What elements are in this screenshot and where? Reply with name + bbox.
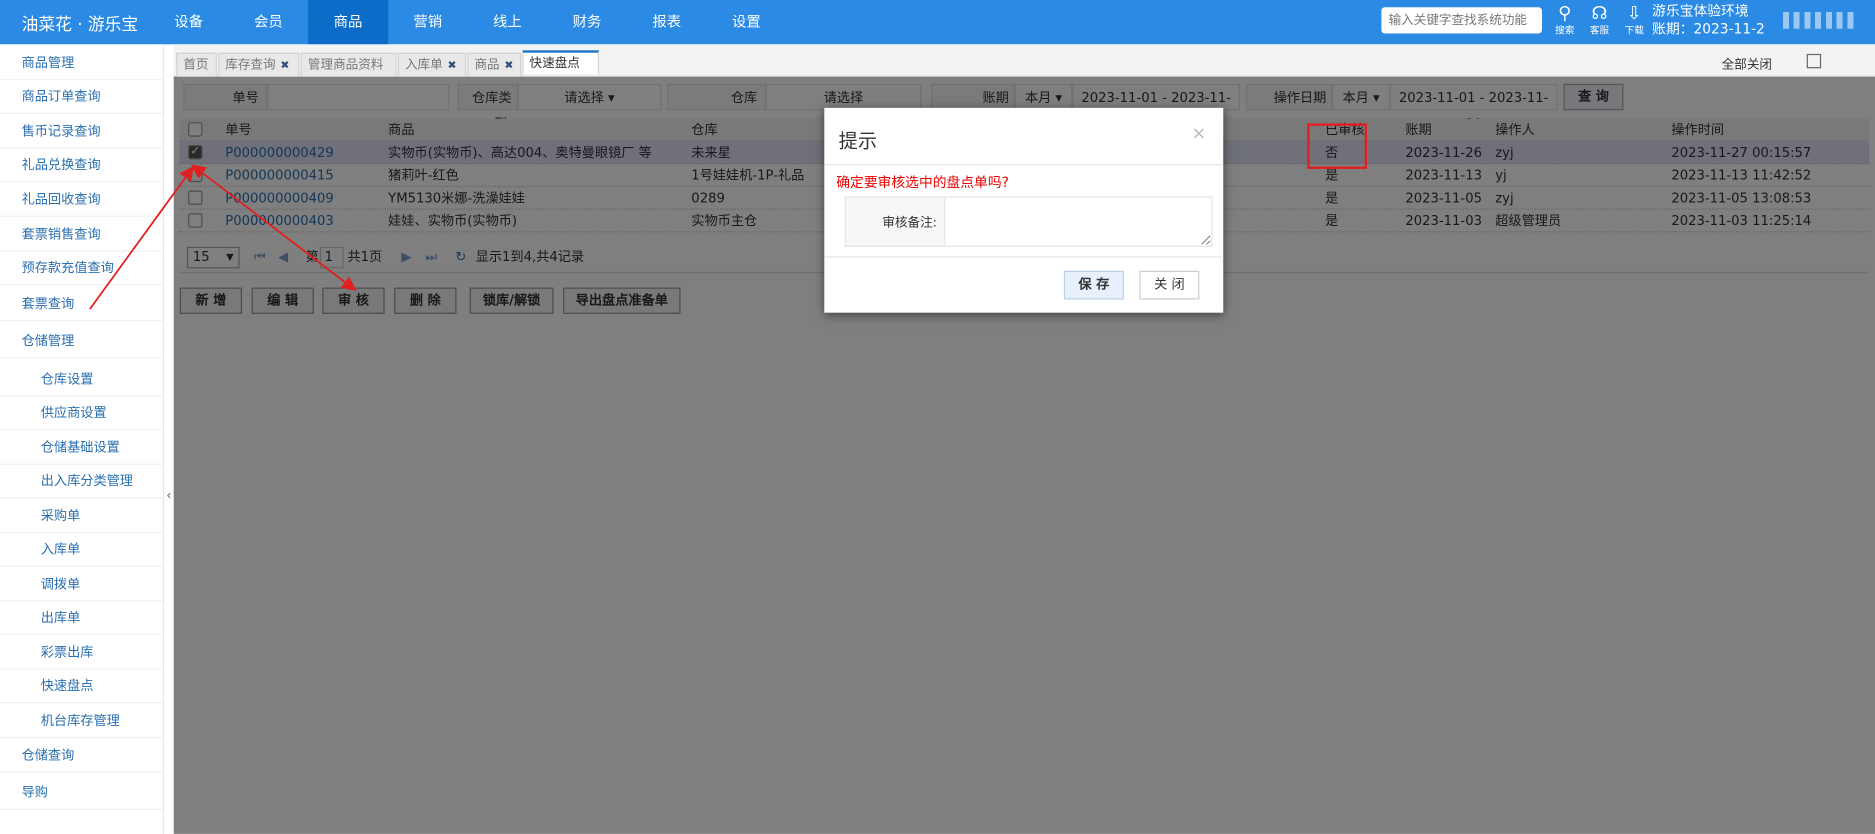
sidebar-item[interactable]: 商品订单查询: [0, 80, 165, 114]
nav-7[interactable]: 设置: [706, 0, 786, 44]
tab-label: 管理商品资料: [307, 57, 384, 72]
close-icon[interactable]: ✖: [504, 60, 513, 72]
close-icon[interactable]: ✖: [447, 60, 456, 72]
sidebar-item[interactable]: 仓库设置: [0, 363, 165, 397]
nav-0[interactable]: 设备: [149, 0, 229, 44]
close-button[interactable]: 关 闭: [1139, 270, 1200, 300]
close-all-tabs-button[interactable]: 全部关闭: [1722, 55, 1772, 73]
sidebar-item[interactable]: 仓储查询: [0, 739, 165, 773]
tab-3[interactable]: 入库单 ✖: [397, 52, 467, 77]
confirm-dialog: 提示 × 确定要审核选中的盘点单吗? 审核备注: 保 存 关 闭: [824, 107, 1224, 313]
dialog-title: 提示: [838, 129, 878, 153]
logo: 油菜花 · 游乐宝: [21, 15, 139, 35]
sidebar-item[interactable]: 套票销售查询: [0, 218, 165, 252]
sidebar-item[interactable]: 出库单: [0, 601, 165, 635]
search-icon: ⚲: [1558, 2, 1572, 24]
tab-0[interactable]: 首页: [176, 52, 217, 77]
search-button[interactable]: ⚲ 搜索: [1552, 2, 1578, 37]
sidebar-item[interactable]: 入库单: [0, 533, 165, 567]
period-text: 账期：2023-11-2: [1652, 20, 1765, 38]
fullscreen-icon[interactable]: [1806, 53, 1822, 69]
sidebar-item[interactable]: 快速盘点: [0, 670, 165, 704]
sidebar-item[interactable]: 商品管理: [0, 47, 165, 81]
tab-2[interactable]: 管理商品资料✖: [300, 52, 397, 95]
sidebar-item[interactable]: 彩票出库: [0, 636, 165, 670]
tab-label: 入库单: [404, 57, 443, 72]
env-name: 游乐宝体验环境: [1652, 2, 1749, 20]
remark-label: 审核备注:: [844, 196, 946, 247]
environment-info: 游乐宝体验环境 账期：2023-11-2: [1652, 2, 1765, 38]
top-header: 油菜花 · 游乐宝 输入关键字查找系统功能 游乐宝体验环境 账期：2023-11-…: [0, 0, 1875, 45]
icon-label: 下载: [1624, 25, 1644, 36]
dialog-message: 确定要审核选中的盘点单吗?: [836, 173, 1009, 191]
download-icon: ⇩: [1626, 2, 1642, 24]
divider: [824, 256, 1224, 258]
sidebar-item[interactable]: 套票查询: [0, 288, 165, 322]
sidebar-item[interactable]: 调拨单: [0, 568, 165, 602]
tab-label: 首页: [183, 57, 209, 72]
sidebar-item[interactable]: 售币记录查询: [0, 115, 165, 149]
sidebar-collapse-handle[interactable]: ‹: [164, 485, 174, 507]
tab-4[interactable]: 商品 ✖: [467, 52, 522, 77]
tab-bar: 首页 库存查询 ✖ 管理商品资料✖ 入库单 ✖ 商品 ✖ 快速盘点✖: [173, 44, 1875, 95]
remark-textarea[interactable]: [944, 196, 1213, 247]
annotation-highlight-box: [1307, 123, 1368, 169]
icon-label: 客服: [1589, 25, 1610, 36]
icon-label: 搜索: [1555, 25, 1575, 36]
close-icon[interactable]: ×: [1191, 122, 1206, 144]
sidebar-item[interactable]: 供应商设置: [0, 397, 165, 431]
sidebar-item[interactable]: 礼品兑换查询: [0, 149, 165, 183]
headset-button[interactable]: ☊ 客服: [1586, 2, 1612, 37]
sidebar-item[interactable]: 出入库分类管理: [0, 465, 165, 499]
sidebar-item[interactable]: 采购单: [0, 500, 165, 534]
save-button[interactable]: 保 存: [1063, 270, 1124, 300]
headset-icon: ☊: [1591, 2, 1608, 24]
user-avatar[interactable]: [1782, 11, 1855, 29]
nav-1[interactable]: 会员: [228, 0, 308, 44]
tab-5[interactable]: 快速盘点✖: [522, 50, 600, 93]
tab-label: 快速盘点: [529, 56, 580, 71]
nav-5[interactable]: 财务: [547, 0, 627, 44]
sidebar-item[interactable]: 机台库存管理: [0, 704, 165, 739]
sidebar-item[interactable]: 仓储管理: [0, 325, 165, 359]
tab-label: 库存查询: [225, 57, 276, 72]
nav-6[interactable]: 报表: [627, 0, 707, 44]
nav-4[interactable]: 线上: [467, 0, 547, 44]
tab-label: 商品: [474, 57, 500, 72]
close-icon[interactable]: ✖: [280, 60, 289, 72]
sidebar-item[interactable]: 导购: [0, 776, 165, 810]
divider: [824, 164, 1224, 166]
sidebar-item[interactable]: 预存款充值查询: [0, 252, 165, 286]
sidebar: 商品管理 商品订单查询 售币记录查询 礼品兑换查询 礼品回收查询 套票销售查询 预存款充值查…: [0, 44, 165, 834]
sidebar-item[interactable]: 礼品回收查询: [0, 183, 165, 217]
sidebar-item[interactable]: 仓储基础设置: [0, 431, 165, 465]
tab-1[interactable]: 库存查询 ✖: [218, 52, 300, 77]
download-button[interactable]: ⇩ 下载: [1621, 2, 1647, 37]
nav-3[interactable]: 营销: [388, 0, 468, 44]
function-search-input[interactable]: 输入关键字查找系统功能: [1381, 7, 1542, 34]
nav-2[interactable]: 商品: [307, 0, 389, 45]
